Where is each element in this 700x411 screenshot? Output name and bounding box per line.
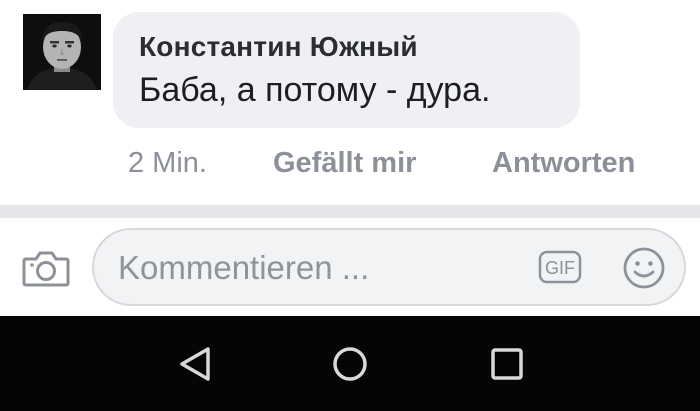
- avatar[interactable]: [23, 14, 101, 90]
- comment-timestamp: 2 Min.: [128, 147, 207, 179]
- avatar-image: [23, 14, 101, 90]
- home-circle-icon[interactable]: [330, 344, 370, 384]
- android-navigation-bar: [0, 316, 700, 411]
- recent-apps-square-icon[interactable]: [487, 344, 527, 384]
- back-triangle-icon[interactable]: [176, 344, 216, 384]
- comment-input-container[interactable]: GIF: [92, 228, 686, 306]
- section-divider: [0, 205, 700, 218]
- comment-bubble[interactable]: Константин Южный Баба, а потому - дура.: [113, 12, 580, 128]
- comment-input[interactable]: [116, 242, 520, 294]
- gif-button[interactable]: GIF: [538, 250, 582, 284]
- comment-actions: 2 Min. Gefällt mir Antworten: [0, 144, 700, 184]
- comment-composer: GIF: [0, 218, 700, 316]
- camera-icon[interactable]: [22, 248, 70, 288]
- facebook-comment-screen: Константин Южный Баба, а потому - дура. …: [0, 0, 700, 411]
- smiley-icon[interactable]: [622, 246, 666, 290]
- like-button[interactable]: Gefällt mir: [273, 144, 416, 182]
- gif-label: GIF: [545, 258, 575, 278]
- comment-author[interactable]: Константин Южный: [139, 30, 580, 64]
- comment-item: Константин Южный Баба, а потому - дура. …: [0, 0, 700, 200]
- reply-button[interactable]: Antworten: [492, 144, 635, 182]
- comment-text: Баба, а потому - дура.: [139, 71, 491, 109]
